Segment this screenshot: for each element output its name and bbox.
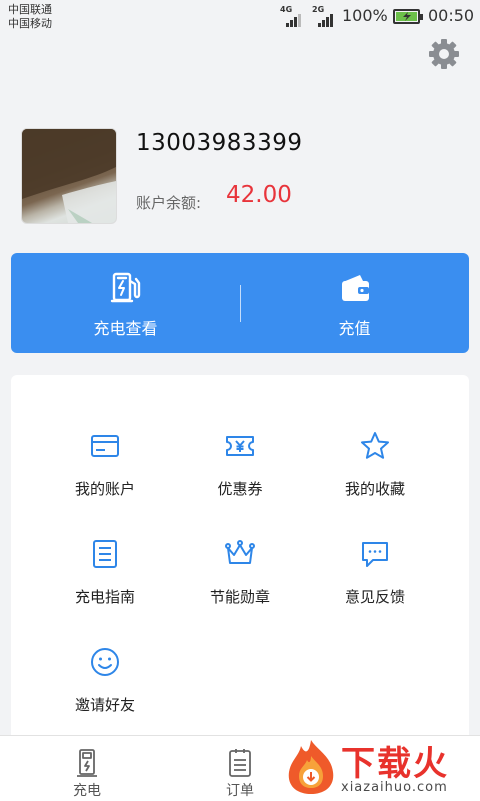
balance-value: 42.00 (226, 182, 292, 208)
menu-label-feedback: 意见反馈 (344, 588, 405, 606)
charger-icon (73, 748, 101, 778)
gear-icon[interactable] (428, 38, 460, 70)
feedback-icon (359, 538, 391, 570)
flame-logo-icon (288, 740, 334, 794)
menu-item-coupons[interactable]: 优惠券 (175, 420, 305, 510)
menu-item-energy-medals[interactable]: 节能勋章 (175, 528, 305, 618)
menu-item-feedback[interactable]: 意见反馈 (310, 528, 440, 618)
tab-label-charging: 充电 (73, 783, 101, 799)
battery-percent: 100% (342, 6, 388, 25)
guide-icon (89, 538, 121, 570)
crown-icon (224, 538, 256, 570)
clock-time: 00:50 (428, 6, 475, 25)
signal-4g-icon: 4G (280, 5, 306, 31)
recharge-button[interactable]: 充值 (240, 253, 469, 353)
menu-label-invite-friends: 邀请好友 (74, 696, 135, 714)
wallet-icon (338, 271, 372, 305)
carrier-label-1: 中国联通 (8, 3, 52, 16)
charging-view-label: 充电查看 (93, 319, 158, 338)
charging-station-icon (109, 271, 143, 305)
tab-charging[interactable]: 充电 (7, 736, 167, 801)
watermark-url: xiazaihuo.com (341, 780, 448, 795)
status-bar: 中国联通 中国移动 4G 2G 100% 00:50 (0, 0, 480, 36)
menu-label-favorites: 我的收藏 (344, 480, 405, 498)
order-icon (226, 748, 254, 778)
menu-item-invite-friends[interactable]: 邀请好友 (40, 636, 170, 726)
coupon-icon (224, 430, 256, 462)
menu-label-energy-medals: 节能勋章 (209, 588, 270, 606)
avatar[interactable] (21, 128, 117, 224)
card-icon (89, 430, 121, 462)
menu-label-charging-guide: 充电指南 (74, 588, 135, 606)
star-icon (359, 430, 391, 462)
recharge-label: 充值 (338, 319, 371, 338)
menu-item-my-account[interactable]: 我的账户 (40, 420, 170, 510)
balance-label: 账户余额: (136, 194, 202, 212)
menu-item-charging-guide[interactable]: 充电指南 (40, 528, 170, 618)
menu-item-favorites[interactable]: 我的收藏 (310, 420, 440, 510)
watermark-title: 下载火 (341, 744, 449, 784)
charging-view-button[interactable]: 充电查看 (11, 253, 240, 353)
smile-icon (89, 646, 121, 678)
quick-actions-card: 充电查看 充值 (11, 253, 469, 353)
carrier-label-2: 中国移动 (8, 17, 52, 30)
user-phone-number: 13003983399 (136, 130, 303, 156)
battery-charging-icon (393, 9, 423, 24)
signal-2g-icon: 2G (312, 5, 338, 31)
menu-grid: 我的账户 优惠券 我的收藏 充电指南 节能勋章 意见反馈 邀请好友 (11, 375, 469, 745)
menu-label-coupons: 优惠券 (217, 480, 263, 498)
menu-label-my-account: 我的账户 (74, 480, 135, 498)
watermark: 下载火 xiazaihuo.com (281, 736, 480, 800)
